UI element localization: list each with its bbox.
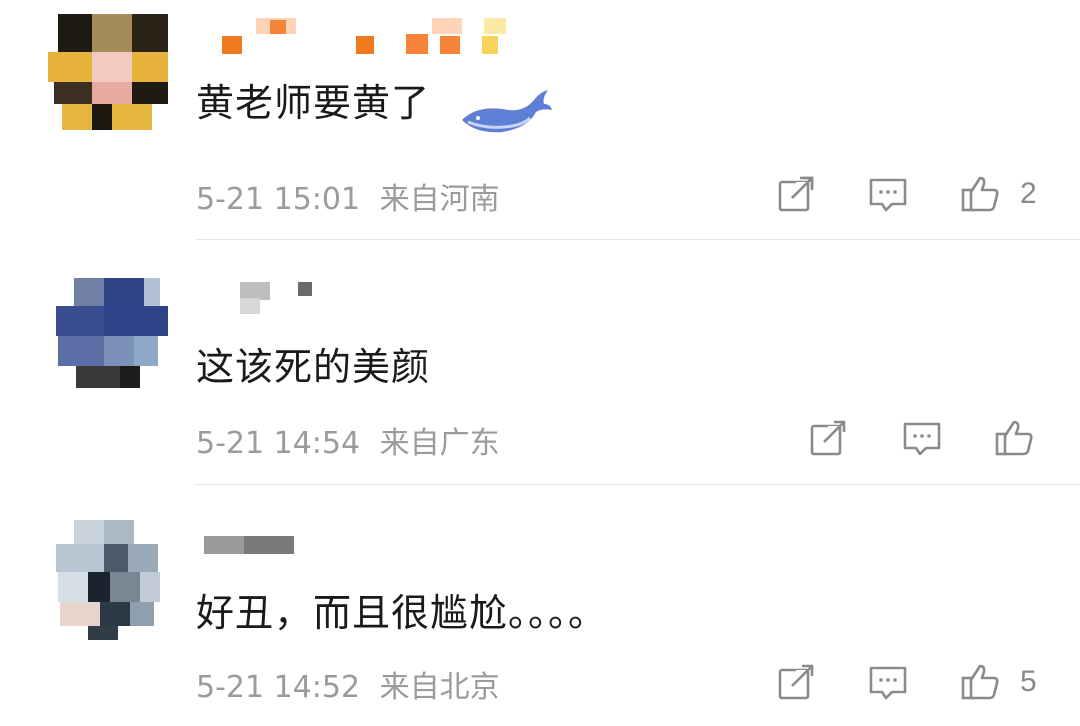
comment-actions: [808, 418, 1048, 458]
comment-icon: [903, 422, 941, 456]
username-obscured[interactable]: [196, 14, 536, 54]
share-icon: [810, 420, 846, 456]
comment-meta: 5-21 14:54 来自广东: [196, 418, 500, 462]
like-count: 2: [1020, 177, 1037, 210]
comment-text: 这该死的美颜: [196, 345, 431, 389]
username-obscured[interactable]: [196, 522, 536, 562]
username-obscured[interactable]: [196, 278, 536, 318]
reply-button[interactable]: [868, 662, 908, 702]
like-count: 5: [1020, 665, 1037, 698]
comment-meta: 5-21 14:52 来自北京: [196, 662, 500, 706]
comment-item: 好丑，而且很尴尬。。。。 5-21 14:52 来自北京 5: [0, 484, 1080, 726]
like-button[interactable]: [960, 174, 1000, 214]
whale-icon: [458, 82, 552, 144]
comment-item: 这该死的美颜 5-21 14:54 来自广东: [0, 240, 1080, 485]
comment-icon: [869, 666, 907, 700]
like-button[interactable]: [960, 662, 1000, 702]
like-button[interactable]: [994, 418, 1034, 458]
comment-item: 黄老师要黄了 5-21 15:01 来自河南 2: [0, 0, 1080, 240]
share-button[interactable]: [776, 662, 816, 702]
comment-time: 5-21 14:52: [196, 670, 361, 705]
share-button[interactable]: [808, 418, 848, 458]
comment-meta: 5-21 15:01 来自河南: [196, 174, 500, 218]
share-icon: [778, 664, 814, 700]
thumbs-up-icon: [995, 420, 1033, 456]
comment-text: 好丑，而且很尴尬。。。。: [196, 591, 608, 635]
comment-icon: [869, 178, 907, 212]
comment-location: 来自广东: [379, 426, 500, 461]
share-icon: [778, 176, 814, 212]
comment-actions: 2: [774, 174, 1074, 214]
thumbs-up-icon: [961, 176, 999, 212]
reply-button[interactable]: [868, 174, 908, 214]
comment-actions: 5: [774, 662, 1074, 702]
avatar[interactable]: [48, 278, 168, 396]
avatar[interactable]: [48, 520, 168, 640]
comment-time: 5-21 14:54: [196, 426, 361, 461]
comment-location: 来自北京: [379, 670, 500, 705]
share-button[interactable]: [776, 174, 816, 214]
comment-text: 黄老师要黄了: [196, 81, 431, 125]
comment-time: 5-21 15:01: [196, 182, 361, 217]
comment-location: 来自河南: [379, 182, 500, 217]
thumbs-up-icon: [961, 664, 999, 700]
avatar[interactable]: [48, 14, 168, 132]
reply-button[interactable]: [902, 418, 942, 458]
